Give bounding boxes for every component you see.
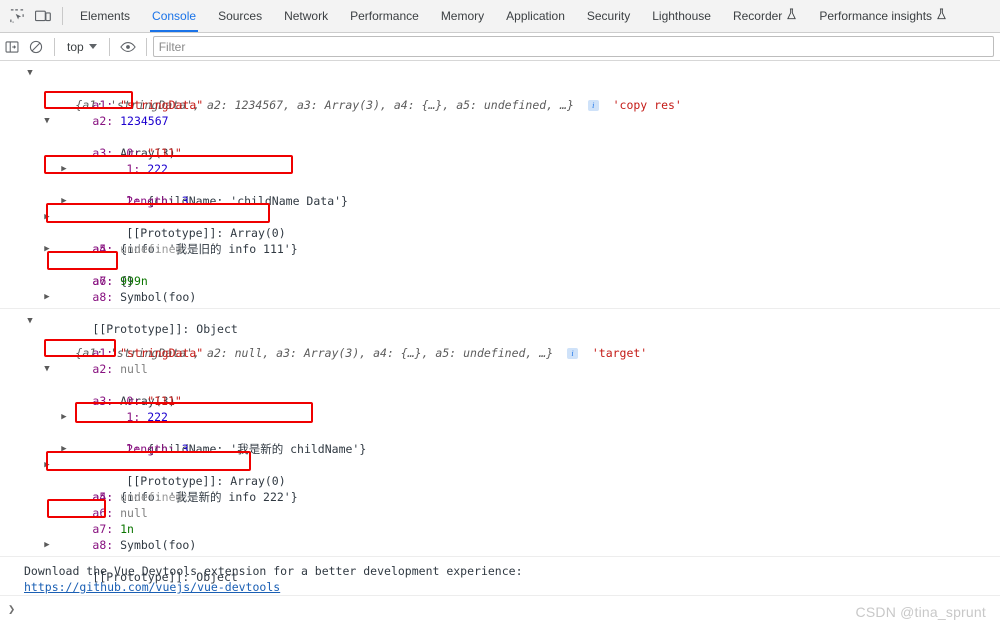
tab-console-label: Console: [152, 9, 197, 23]
devtools-window: Elements Console Sources Network Perform…: [0, 0, 1000, 628]
console-group-header[interactable]: {a1: 'stringData', a2: null, a3: Array(3…: [0, 313, 1000, 360]
filter-input[interactable]: [152, 36, 994, 57]
live-expression-icon[interactable]: [116, 35, 140, 59]
array-item-row[interactable]: 0: "111": [0, 129, 1000, 160]
chevron-right-icon[interactable]: [41, 537, 53, 553]
tab-application[interactable]: Application: [495, 0, 576, 32]
chevron-right-icon[interactable]: [41, 209, 53, 225]
tab-application-label: Application: [506, 9, 565, 23]
console-output[interactable]: {a1: 'stringData', a2: 1234567, a3: Arra…: [0, 61, 1000, 628]
chevron-right-icon[interactable]: [58, 193, 70, 209]
object-property-row[interactable]: a5: undefined: [0, 473, 1000, 504]
execution-context-value: top: [67, 39, 84, 54]
tab-sources[interactable]: Sources: [207, 0, 273, 32]
filterbar-divider: [145, 37, 147, 56]
object-property-row[interactable]: a5: undefined: [0, 225, 1000, 256]
property-value: Object: [196, 570, 238, 584]
array-item-row[interactable]: 0: "111": [0, 377, 1000, 408]
property-key: [[Prototype]]:: [92, 570, 190, 584]
execution-context-select[interactable]: top: [61, 37, 103, 57]
console-message-group: {a1: 'stringData', a2: 1234567, a3: Arra…: [0, 61, 1000, 336]
object-property-row[interactable]: a6: {}: [0, 241, 1000, 288]
chevron-down-icon[interactable]: [24, 65, 36, 81]
chevron-right-icon[interactable]: [58, 161, 70, 177]
device-toolbar-icon[interactable]: [30, 3, 56, 29]
chevron-right-icon[interactable]: [41, 289, 53, 305]
console-sidebar-icon[interactable]: [0, 35, 24, 59]
clear-console-icon[interactable]: [24, 35, 48, 59]
array-length-row[interactable]: length: 3: [0, 177, 1000, 208]
array-length-row[interactable]: length: 3: [0, 425, 1000, 456]
object-property-row[interactable]: a4: {info: '我是旧的 info 111'}: [0, 209, 1000, 256]
chevron-down-icon[interactable]: [24, 313, 36, 329]
array-item-row[interactable]: 1: 222: [0, 145, 1000, 176]
object-property-row[interactable]: a1: "stringData": [0, 81, 1000, 112]
tab-performance-insights[interactable]: Performance insights: [808, 0, 958, 32]
tab-recorder[interactable]: Recorder: [722, 0, 808, 32]
console-filterbar: top: [0, 33, 1000, 61]
object-property-row[interactable]: a8: Symbol(foo): [0, 521, 1000, 552]
tab-elements-label: Elements: [80, 9, 131, 23]
tab-lighthouse-label: Lighthouse: [652, 9, 711, 23]
tab-sources-label: Sources: [218, 9, 263, 23]
object-property-row[interactable]: a7: 1n: [0, 505, 1000, 536]
inspect-element-icon[interactable]: [4, 3, 30, 29]
tab-performance-label: Performance: [350, 9, 419, 23]
array-item-row[interactable]: 2: {childName: '我是新的 childName'}: [0, 409, 1000, 456]
tab-memory-label: Memory: [440, 9, 485, 23]
chevron-down-icon[interactable]: [41, 113, 53, 129]
chevron-right-icon[interactable]: [41, 241, 53, 257]
console-message-group: {a1: 'stringData', a2: null, a3: Array(3…: [0, 309, 1000, 584]
filterbar-divider: [108, 37, 110, 56]
array-item-row[interactable]: 1: 222: [0, 393, 1000, 424]
flask-icon: [786, 0, 797, 32]
object-property-row[interactable]: a2: 1234567: [0, 97, 1000, 128]
chevron-right-icon[interactable]: [58, 409, 70, 425]
tab-lighthouse[interactable]: Lighthouse: [641, 0, 722, 32]
tab-network[interactable]: Network: [273, 0, 339, 32]
prototype-row[interactable]: [[Prototype]]: Array(0): [0, 193, 1000, 240]
object-property-row[interactable]: a2: null: [0, 345, 1000, 376]
object-property-row[interactable]: a7: 999n: [0, 257, 1000, 288]
object-property-row[interactable]: a6: null: [0, 489, 1000, 520]
chevron-down-icon: [88, 44, 97, 49]
flask-icon: [936, 0, 947, 32]
chevron-right-icon[interactable]: [41, 457, 53, 473]
console-prompt[interactable]: ❯: [0, 595, 1000, 622]
object-property-row[interactable]: a3: Array(3): [0, 361, 1000, 408]
tab-elements[interactable]: Elements: [69, 0, 141, 32]
object-property-row[interactable]: a4: {info: '我是新的 info 222'}: [0, 457, 1000, 504]
prototype-row[interactable]: [[Prototype]]: Object: [0, 537, 1000, 584]
tab-console[interactable]: Console: [141, 0, 207, 32]
prototype-row[interactable]: [[Prototype]]: Array(0): [0, 441, 1000, 488]
devtools-tabbar: Elements Console Sources Network Perform…: [0, 0, 1000, 33]
tab-network-label: Network: [284, 9, 329, 23]
tab-performance[interactable]: Performance: [339, 0, 430, 32]
console-group-header[interactable]: {a1: 'stringData', a2: 1234567, a3: Arra…: [0, 65, 1000, 112]
tab-recorder-label: Recorder: [732, 9, 783, 23]
prototype-row[interactable]: [[Prototype]]: Object: [0, 289, 1000, 336]
object-property-row[interactable]: a1: "stringData": [0, 329, 1000, 360]
tab-security-label: Security: [586, 9, 631, 23]
tab-memory[interactable]: Memory: [430, 0, 495, 32]
tab-performance-insights-label: Performance insights: [819, 9, 933, 23]
watermark: CSDN @tina_sprunt: [855, 604, 986, 620]
chevron-right-icon[interactable]: [58, 441, 70, 457]
filterbar-divider: [54, 37, 55, 56]
chevron-down-icon[interactable]: [41, 361, 53, 377]
object-property-row[interactable]: a8: Symbol(foo): [0, 273, 1000, 304]
object-property-row[interactable]: a3: Array(3): [0, 113, 1000, 160]
array-item-row[interactable]: 2: {childName: 'childName Data'}: [0, 161, 1000, 208]
toolbar-divider: [62, 7, 63, 25]
prompt-caret-icon: ❯: [8, 602, 16, 616]
tab-security[interactable]: Security: [576, 0, 641, 32]
